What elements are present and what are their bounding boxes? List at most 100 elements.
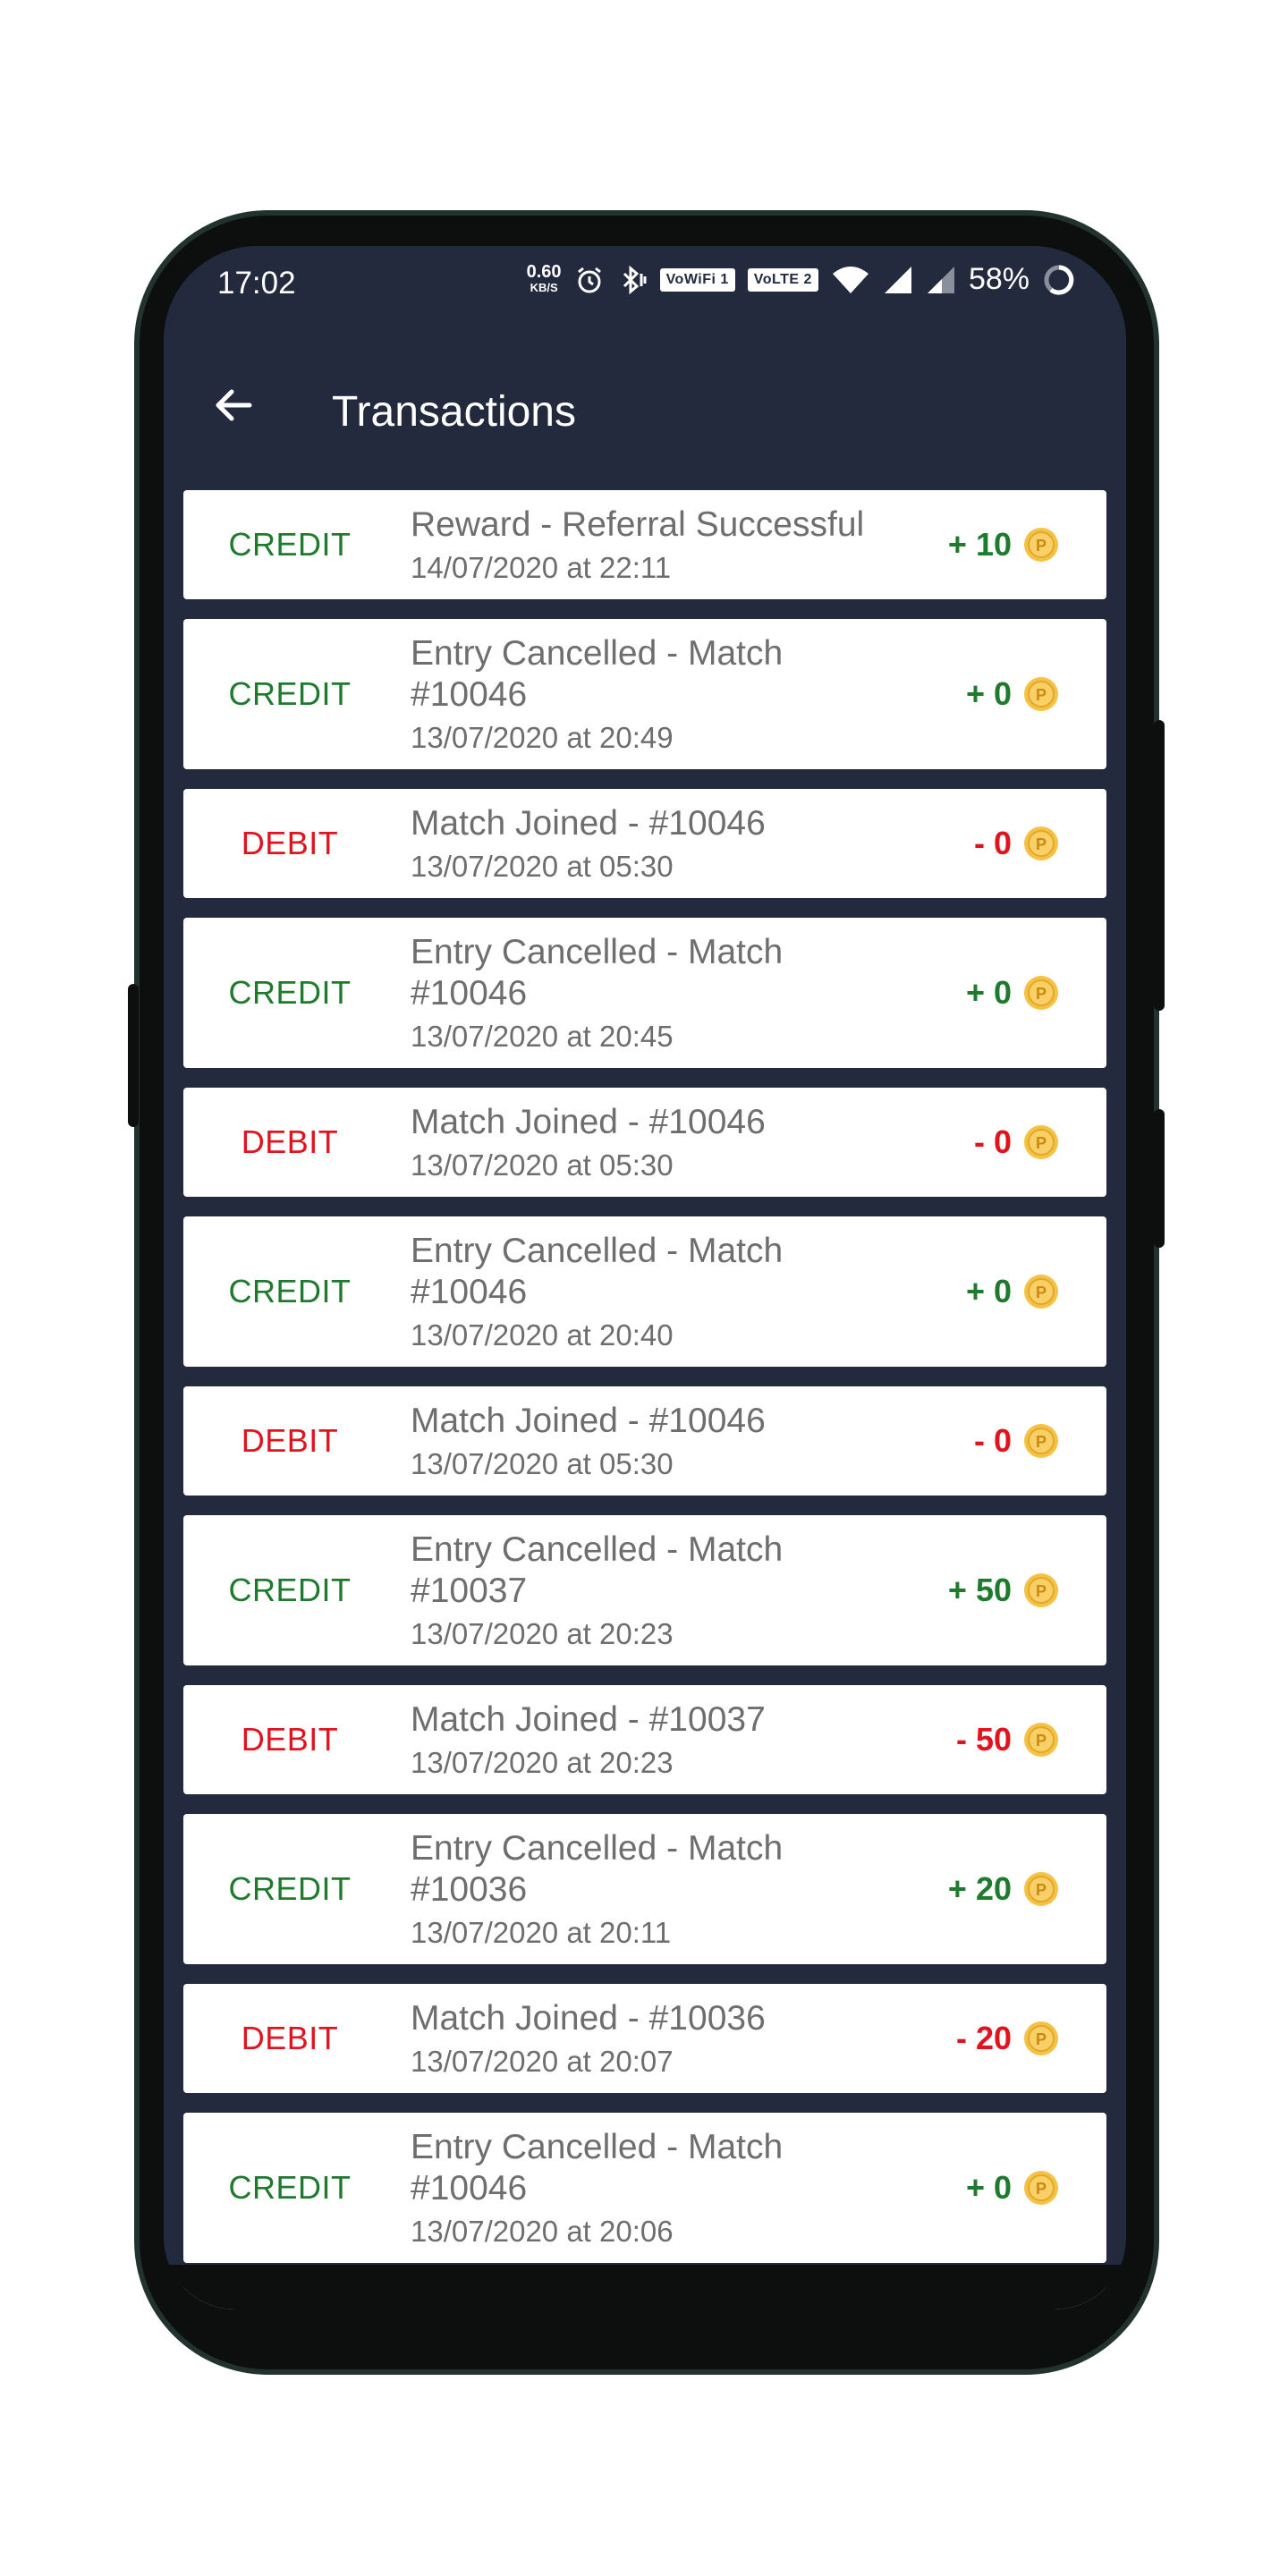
description-line-1: Entry Cancelled - Match <box>411 634 784 673</box>
description-line-1: Entry Cancelled - Match <box>411 1829 784 1868</box>
description-line-1: Match Joined - #10037 <box>411 1700 766 1739</box>
svg-text:P: P <box>1036 2180 1046 2198</box>
transaction-date: 13/07/2020 at 20:23 <box>411 1617 674 1650</box>
description-line-2: #10046 <box>411 1273 528 1311</box>
transaction-amount: + 0 <box>965 1273 1012 1309</box>
transaction-type: CREDIT <box>228 1273 352 1309</box>
vowifi-chip: VoWiFi 1 <box>659 267 735 292</box>
transaction-row[interactable]: CREDIT Entry Cancelled - Match #10037 13/07… <box>183 1515 1106 1665</box>
app-bar: Transactions <box>164 353 1126 461</box>
transaction-row[interactable]: CREDIT Entry Cancelled - Match #10046 13/07… <box>183 2113 1106 2263</box>
transaction-row[interactable]: DEBIT Match Joined - #10046 13/07/2020 at … <box>183 1088 1106 1197</box>
status-icons: 0.60 KB/S VoWiFi 1 VoLTE 2 58% <box>527 262 1076 297</box>
coin-icon: P <box>1022 675 1060 713</box>
volte-chip: VoLTE 2 <box>747 267 818 292</box>
back-button[interactable] <box>199 373 267 441</box>
description-line-2: #10037 <box>411 1572 528 1610</box>
transaction-type: CREDIT <box>228 1572 352 1608</box>
transaction-type: CREDIT <box>228 675 352 712</box>
svg-text:P: P <box>1036 1881 1046 1899</box>
transaction-text: Match Joined - #10036 13/07/2020 at 20:07 <box>411 1984 911 2093</box>
battery-percent: 58% <box>968 262 1030 296</box>
svg-text:P: P <box>1036 835 1046 853</box>
description-line-1: Match Joined - #10036 <box>411 1999 766 2038</box>
transaction-list: CREDIT Reward - Referral Successful 14/07/… <box>183 490 1106 2309</box>
transaction-amount-group: + 0 P <box>966 619 1060 769</box>
svg-text:P: P <box>1036 985 1046 1003</box>
transaction-row[interactable]: CREDIT Entry Cancelled - Match #10036 13/07… <box>183 1814 1106 1964</box>
svg-text:P: P <box>1036 537 1046 555</box>
arrow-left-icon <box>212 384 255 431</box>
transaction-row[interactable]: CREDIT Entry Cancelled - Match #10046 13/07… <box>183 1216 1106 1367</box>
network-speed: 0.60 KB/S <box>526 261 562 296</box>
transaction-amount: + 50 <box>947 1572 1012 1608</box>
transaction-description: Entry Cancelled - Match #10046 <box>411 2127 911 2209</box>
transaction-type: CREDIT <box>228 526 352 563</box>
transaction-date: 13/07/2020 at 20:40 <box>411 1318 674 1352</box>
transaction-text: Reward - Referral Successful 14/07/2020 a… <box>411 490 911 599</box>
transaction-amount-group: - 20 P <box>956 1984 1060 2093</box>
transaction-date: 13/07/2020 at 20:07 <box>411 2045 674 2078</box>
screen: 17:02 0.60 KB/S VoWiFi 1 VoLTE 2 58% Tra… <box>164 246 1126 2309</box>
transaction-type: DEBIT <box>241 1721 339 1758</box>
status-bar: 17:02 0.60 KB/S VoWiFi 1 VoLTE 2 58% <box>164 246 1126 328</box>
battery-icon <box>1042 263 1076 297</box>
speed-value: 0.60 <box>526 261 562 282</box>
transaction-description: Entry Cancelled - Match #10046 <box>411 633 911 716</box>
transaction-date: 13/07/2020 at 20:06 <box>411 2215 674 2248</box>
transaction-description: Reward - Referral Successful <box>411 504 911 546</box>
page-title: Transactions <box>332 388 576 436</box>
description-line-2: #10046 <box>411 974 528 1013</box>
transaction-amount: + 0 <box>965 974 1012 1011</box>
transaction-amount-group: + 0 P <box>966 1216 1060 1367</box>
transaction-date: 13/07/2020 at 05:30 <box>411 1148 674 1182</box>
description-line-1: Entry Cancelled - Match <box>411 1232 784 1270</box>
transaction-description: Entry Cancelled - Match #10046 <box>411 1231 911 1313</box>
transaction-description: Match Joined - #10046 <box>411 1102 911 1143</box>
transaction-text: Entry Cancelled - Match #10046 13/07/2020 … <box>411 1216 911 1367</box>
transaction-text: Entry Cancelled - Match #10036 13/07/2020 … <box>411 1814 911 1964</box>
transaction-row[interactable]: DEBIT Match Joined - #10046 13/07/2020 at … <box>183 789 1106 898</box>
svg-text:P: P <box>1036 1732 1046 1750</box>
speed-unit: KB/S <box>530 280 558 294</box>
coin-icon: P <box>1022 1123 1060 1161</box>
transaction-amount-group: - 0 P <box>974 1386 1060 1496</box>
svg-text:P: P <box>1036 1134 1046 1152</box>
transaction-row[interactable]: DEBIT Match Joined - #10036 13/07/2020 at … <box>183 1984 1106 2093</box>
transaction-date: 14/07/2020 at 22:11 <box>411 551 672 584</box>
transaction-amount: - 0 <box>973 1422 1012 1459</box>
bottom-bezel <box>164 2265 1126 2309</box>
transaction-amount: - 50 <box>955 1721 1012 1758</box>
svg-text:P: P <box>1036 1433 1046 1451</box>
transaction-row[interactable]: CREDIT Entry Cancelled - Match #10046 13/07… <box>183 918 1106 1068</box>
description-line-1: Match Joined - #10046 <box>411 1103 766 1141</box>
transaction-type: DEBIT <box>241 1123 339 1160</box>
transaction-amount: + 0 <box>965 2169 1012 2206</box>
transaction-description: Entry Cancelled - Match #10036 <box>411 1828 911 1911</box>
transaction-amount-group: + 0 P <box>966 918 1060 1068</box>
description-line-1: Entry Cancelled - Match <box>411 1530 784 1569</box>
transaction-amount: - 20 <box>955 2020 1012 2056</box>
transaction-row[interactable]: DEBIT Match Joined - #10037 13/07/2020 at … <box>183 1685 1106 1794</box>
transaction-amount-group: - 50 P <box>956 1685 1060 1794</box>
transaction-type: CREDIT <box>228 1870 352 1907</box>
description-line-2: #10046 <box>411 2169 528 2207</box>
description-line-1: Match Joined - #10046 <box>411 804 766 843</box>
transaction-row[interactable]: DEBIT Match Joined - #10046 13/07/2020 at … <box>183 1386 1106 1496</box>
coin-icon: P <box>1022 1422 1060 1460</box>
signal-weak-icon <box>926 265 956 295</box>
svg-text:P: P <box>1036 1582 1046 1600</box>
transaction-date: 13/07/2020 at 05:30 <box>411 850 674 883</box>
coin-icon: P <box>1022 2169 1060 2207</box>
transaction-type: CREDIT <box>228 974 352 1011</box>
transaction-text: Match Joined - #10046 13/07/2020 at 05:30 <box>411 789 911 898</box>
transaction-date: 13/07/2020 at 05:30 <box>411 1447 674 1480</box>
transaction-amount-group: + 20 P <box>948 1814 1060 1964</box>
transaction-amount-group: + 50 P <box>948 1515 1060 1665</box>
transaction-text: Entry Cancelled - Match #10046 13/07/2020 … <box>411 2113 911 2263</box>
transaction-row[interactable]: CREDIT Reward - Referral Successful 14/07/… <box>183 490 1106 599</box>
description-line-1: Match Joined - #10046 <box>411 1402 766 1440</box>
description-line-1: Entry Cancelled - Match <box>411 2128 784 2166</box>
transaction-row[interactable]: CREDIT Entry Cancelled - Match #10046 13/07… <box>183 619 1106 769</box>
bluetooth-vibrate-icon <box>617 265 648 295</box>
